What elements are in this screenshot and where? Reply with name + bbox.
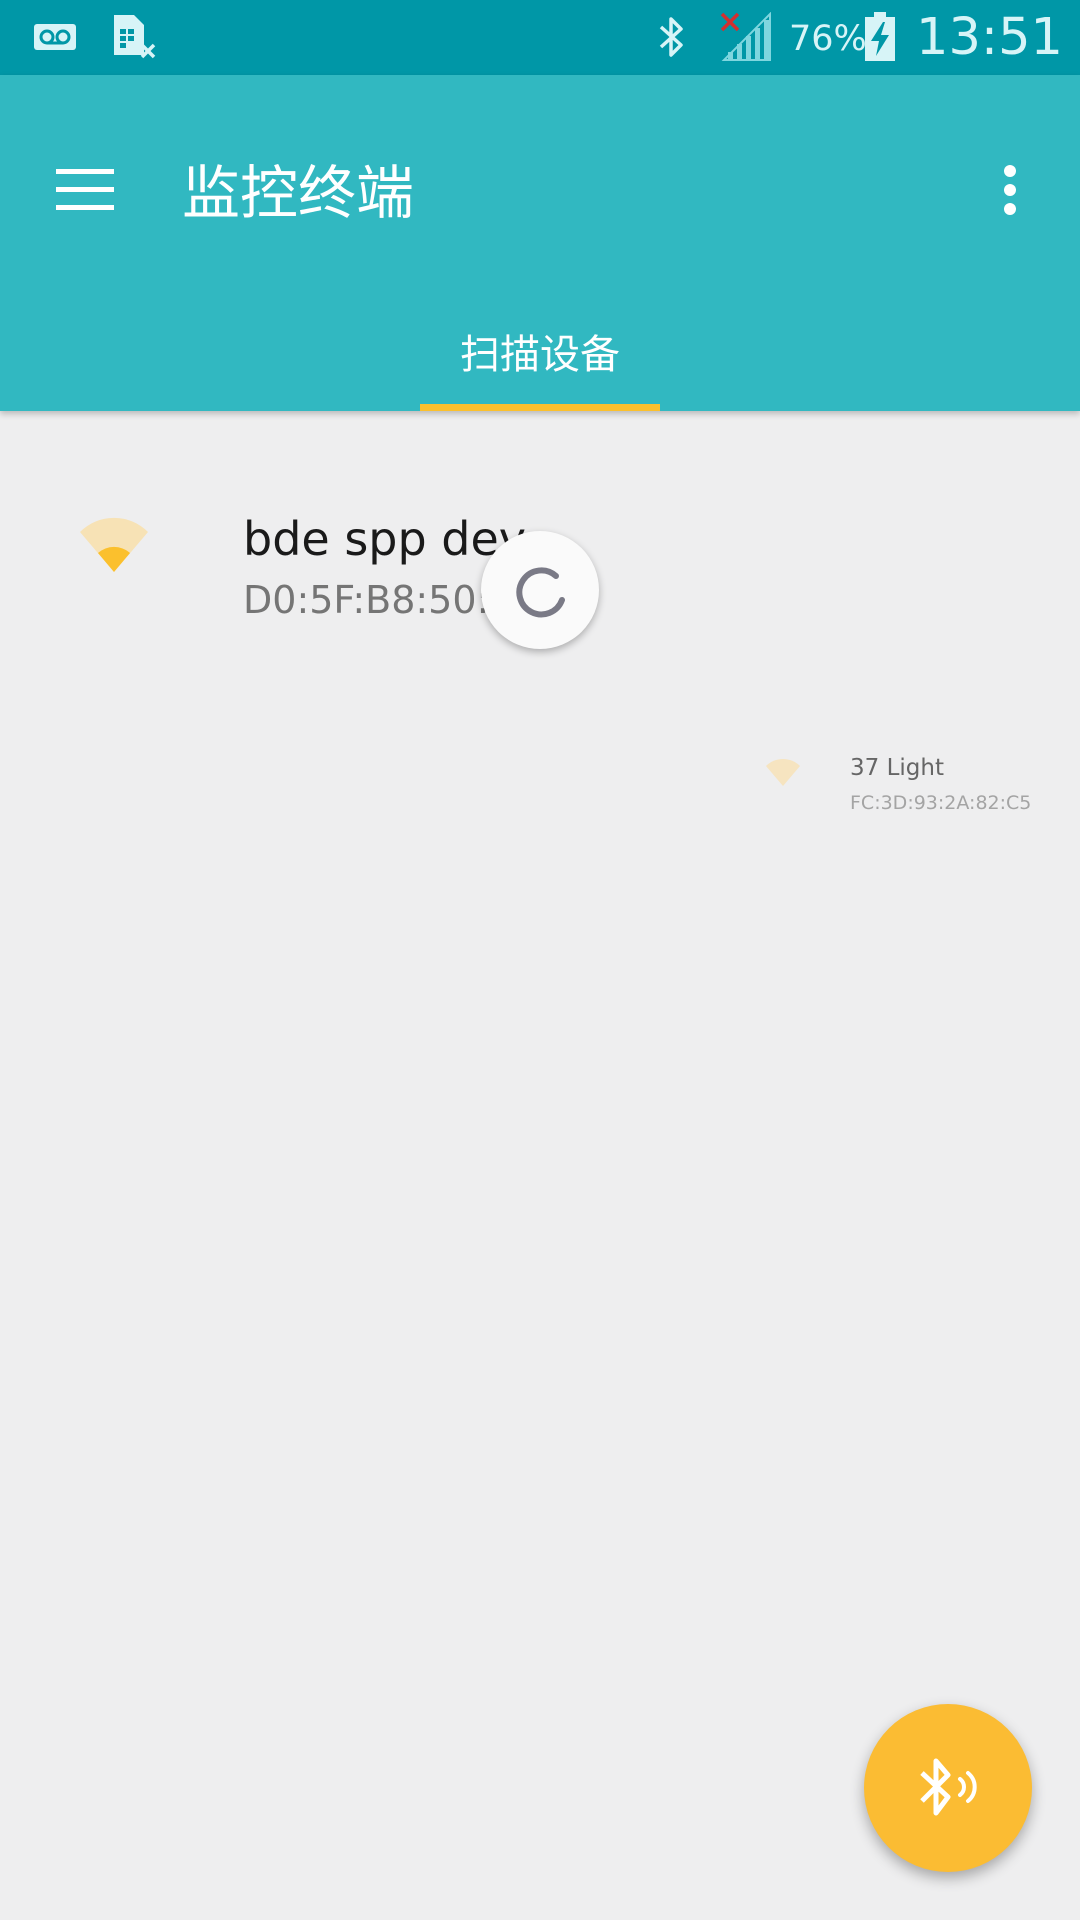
progress-spinner-icon [516, 567, 565, 618]
signal-strength-icon [766, 758, 800, 786]
menu-button[interactable] [40, 145, 130, 235]
loading-indicator [481, 531, 599, 649]
screen: 76% 13:51 监控终端 扫描设备 bde spp dev D0:5F:B8… [0, 0, 1080, 1920]
sim-missing-icon [112, 12, 158, 62]
battery-percent: 76% [789, 19, 867, 59]
device-name: 37 Light [850, 755, 944, 781]
bluetooth-scan-button[interactable] [864, 1704, 1032, 1872]
tab-scan-devices[interactable]: 扫描设备 [420, 300, 660, 411]
device-address: D0:5F:B8:50:4 [243, 578, 514, 622]
device-name: bde spp dev [243, 512, 527, 566]
app-bar: 监控终端 扫描设备 [0, 75, 1080, 411]
no-signal-icon [718, 12, 772, 62]
device-address: FC:3D:93:2A:82:C5 [850, 792, 1032, 814]
more-vert-icon [1004, 165, 1016, 215]
overflow-menu-button[interactable] [975, 140, 1045, 240]
hamburger-menu-icon [56, 169, 114, 210]
device-list-item[interactable]: 37 Light FC:3D:93:2A:82:C5 [750, 750, 1070, 840]
voicemail-icon [34, 12, 76, 62]
bluetooth-scan-icon [920, 1758, 977, 1816]
page-title: 监控终端 [182, 159, 415, 227]
clock: 13:51 [916, 8, 1063, 67]
bluetooth-icon [652, 12, 692, 62]
signal-strength-icon [80, 517, 148, 572]
tab-indicator [420, 404, 660, 411]
tab-label: 扫描设备 [460, 332, 620, 378]
status-bar: 76% 13:51 [0, 0, 1080, 75]
battery-charging-icon [862, 12, 898, 62]
